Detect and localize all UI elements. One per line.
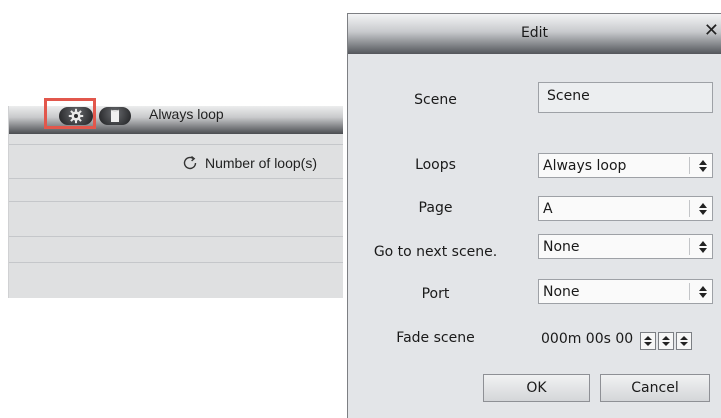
port-label: Port xyxy=(421,286,450,302)
table-header-row: Number of loop(s) xyxy=(9,145,343,179)
loops-select-value: Always loop xyxy=(543,157,627,174)
loop-count-value: Always loop xyxy=(149,106,224,122)
column-header-loops[interactable]: Number of loop(s) xyxy=(181,154,317,172)
document-icon xyxy=(110,109,120,122)
cancel-button[interactable]: Cancel xyxy=(600,374,710,402)
updown-arrows-icon xyxy=(699,285,707,298)
column-header-label: Number of loop(s) xyxy=(204,155,317,171)
fade-frames-stepper[interactable] xyxy=(676,332,692,350)
select-divider xyxy=(689,238,690,255)
close-icon[interactable]: ✕ xyxy=(704,22,719,40)
ok-button[interactable]: OK xyxy=(483,374,590,402)
scene-name-input[interactable]: Scene xyxy=(538,82,713,113)
select-divider xyxy=(689,157,690,174)
fade-seconds-stepper[interactable] xyxy=(658,332,674,350)
dialog-titlebar[interactable]: Edit ✕ xyxy=(348,14,721,54)
fade-minutes-stepper[interactable] xyxy=(640,332,656,350)
edit-dialog: Edit ✕ Scene Scene Loops Always loop Pag… xyxy=(347,13,721,418)
updown-arrows-icon xyxy=(644,336,652,346)
fade-time-value: 000m 00s 00 xyxy=(541,331,634,347)
table-row xyxy=(9,134,343,145)
page-select[interactable]: A xyxy=(538,196,713,221)
next-scene-select[interactable]: None xyxy=(538,234,713,259)
loop-document-button[interactable] xyxy=(99,107,131,125)
select-divider xyxy=(689,200,690,217)
dialog-title: Edit xyxy=(520,25,549,41)
loops-select[interactable]: Always loop xyxy=(538,153,713,178)
updown-arrows-icon xyxy=(699,240,707,253)
scene-table: Number of loop(s) xyxy=(8,106,343,298)
next-scene-label: Go to next scene. xyxy=(373,244,498,260)
updown-arrows-icon xyxy=(699,159,707,172)
table-row xyxy=(9,179,343,202)
gear-highlight-box xyxy=(44,98,96,129)
updown-arrows-icon xyxy=(680,336,688,346)
port-select-value: None xyxy=(543,283,580,300)
refresh-icon xyxy=(183,155,197,170)
table-row xyxy=(9,263,343,298)
scene-label: Scene xyxy=(414,92,457,108)
table-row xyxy=(9,237,343,263)
next-scene-select-value: None xyxy=(543,238,580,255)
page-select-value: A xyxy=(543,200,553,217)
fade-scene-label: Fade scene xyxy=(396,330,475,346)
page-label: Page xyxy=(418,200,453,216)
updown-arrows-icon xyxy=(662,336,670,346)
updown-arrows-icon xyxy=(699,202,707,215)
table-row[interactable] xyxy=(9,202,343,237)
select-divider xyxy=(689,283,690,300)
loops-label: Loops xyxy=(415,157,456,173)
port-select[interactable]: None xyxy=(538,279,713,304)
